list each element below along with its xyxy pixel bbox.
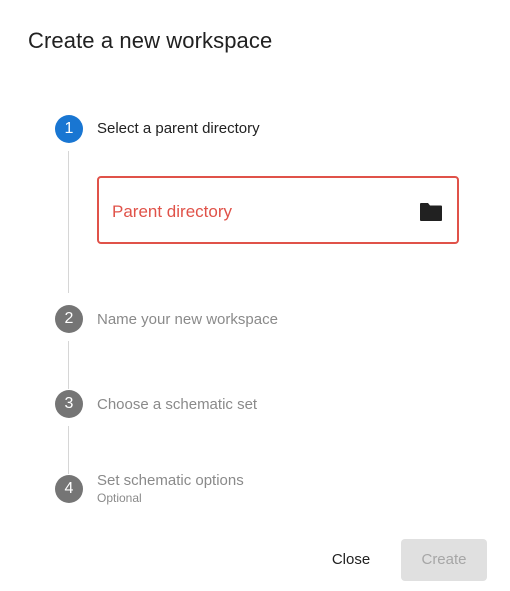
step-3-number: 3 [55,390,83,418]
step-4-optional-label: Optional [97,491,142,505]
step-3-label[interactable]: Choose a schematic set [97,396,257,413]
step-connector [68,426,69,474]
create-button[interactable]: Create [401,539,487,581]
step-1-number: 1 [55,115,83,143]
step-connector [68,341,69,389]
parent-directory-field[interactable]: Parent directory [97,176,459,244]
step-4-number: 4 [55,475,83,503]
close-button[interactable]: Close [318,540,384,580]
step-2-label[interactable]: Name your new workspace [97,311,278,328]
step-4-label[interactable]: Set schematic options [97,472,244,489]
step-1-label[interactable]: Select a parent directory [97,120,260,137]
dialog-title: Create a new workspace [28,28,273,53]
create-workspace-dialog: Create a new workspace 1 Select a parent… [0,0,510,591]
parent-directory-label: Parent directory [112,202,232,221]
step-2-number: 2 [55,305,83,333]
folder-icon[interactable] [419,202,443,222]
step-connector [68,151,69,293]
